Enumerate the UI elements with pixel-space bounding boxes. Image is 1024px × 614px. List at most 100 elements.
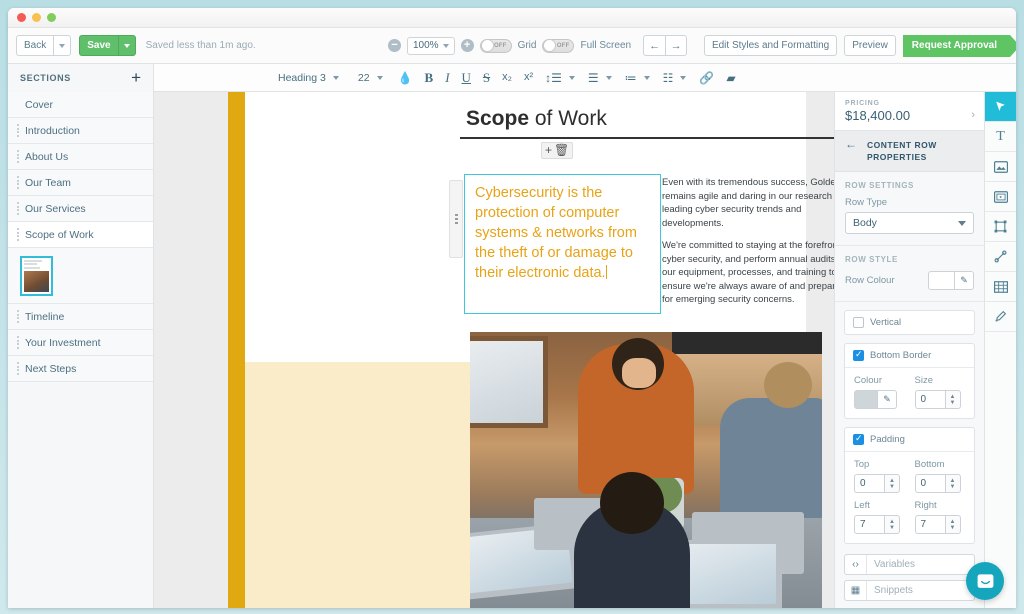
drag-handle-icon[interactable] bbox=[17, 202, 19, 215]
row-colour-picker[interactable]: ✎ bbox=[928, 271, 974, 290]
stepper-arrows[interactable]: ▲▼ bbox=[884, 515, 900, 534]
sidebar-item-cover[interactable]: Cover bbox=[8, 92, 153, 118]
drag-handle-icon[interactable] bbox=[17, 124, 19, 137]
preview-button[interactable]: Preview bbox=[844, 35, 896, 56]
chevron-down-icon[interactable] bbox=[680, 76, 686, 80]
request-approval-button[interactable]: Request Approval bbox=[903, 35, 1010, 57]
window-close-button[interactable] bbox=[17, 13, 26, 22]
heading-row-toolbar[interactable]: + 🗑 bbox=[541, 142, 573, 159]
bottom-border-checkbox-row[interactable]: Bottom Border bbox=[845, 344, 974, 368]
tool-line[interactable] bbox=[985, 242, 1016, 272]
back-button-group[interactable]: Back bbox=[16, 35, 71, 56]
padding-right-stepper[interactable]: ▲▼ bbox=[915, 515, 966, 534]
drag-handle-icon[interactable] bbox=[17, 228, 19, 241]
chevron-down-icon[interactable] bbox=[606, 76, 612, 80]
stepper-arrows[interactable]: ▲▼ bbox=[945, 515, 961, 534]
save-button[interactable]: Save bbox=[79, 35, 117, 56]
team-photo[interactable] bbox=[470, 332, 822, 608]
chevron-right-icon[interactable]: › bbox=[971, 109, 975, 121]
line-height-icon[interactable]: ↕☰ bbox=[540, 71, 567, 85]
padding-bottom-input[interactable] bbox=[915, 474, 945, 493]
highlighter-icon[interactable]: ▰ bbox=[721, 71, 740, 85]
drag-handle-icon[interactable] bbox=[17, 362, 19, 375]
edit-styles-button[interactable]: Edit Styles and Formatting bbox=[704, 35, 837, 56]
plus-icon[interactable]: + bbox=[131, 71, 141, 85]
tool-cursor-select[interactable] bbox=[985, 92, 1016, 122]
subscript-button[interactable]: x₂ bbox=[497, 71, 517, 84]
ordered-list-icon[interactable]: ≔ bbox=[620, 71, 642, 85]
tool-shape[interactable] bbox=[985, 212, 1016, 242]
document-canvas[interactable]: Scope of Work + 🗑 Cybersecurity is the p… bbox=[154, 92, 834, 608]
chevron-down-icon[interactable] bbox=[333, 76, 339, 80]
vertical-checkbox[interactable] bbox=[853, 317, 864, 328]
tool-video[interactable] bbox=[985, 182, 1016, 212]
zoom-level-select[interactable]: 100% bbox=[407, 37, 455, 55]
sidebar-item-timeline[interactable]: Timeline bbox=[8, 304, 153, 330]
save-dropdown-button[interactable] bbox=[118, 35, 136, 56]
stepper-arrows[interactable]: ▲▼ bbox=[945, 474, 961, 493]
chevron-down-icon[interactable] bbox=[569, 76, 575, 80]
window-minimize-button[interactable] bbox=[32, 13, 41, 22]
padding-left-stepper[interactable]: ▲▼ bbox=[854, 515, 905, 534]
window-maximize-button[interactable] bbox=[47, 13, 56, 22]
redo-arrow-icon[interactable]: → bbox=[665, 35, 687, 56]
zoom-out-icon[interactable]: − bbox=[388, 39, 401, 52]
sidebar-item-scope-of-work[interactable]: Scope of Work bbox=[8, 222, 153, 248]
tool-table[interactable] bbox=[985, 272, 1016, 302]
droplet-icon[interactable]: 💧 bbox=[393, 71, 418, 85]
padding-top-input[interactable] bbox=[854, 474, 884, 493]
row-type-select[interactable]: Body bbox=[845, 212, 974, 234]
sidebar-item-our-team[interactable]: Our Team bbox=[8, 170, 153, 196]
border-colour-picker[interactable]: ✎ bbox=[854, 390, 905, 409]
link-icon[interactable]: 🔗 bbox=[694, 71, 719, 85]
variables-button[interactable]: ‹› Variables bbox=[844, 554, 975, 575]
chevron-down-icon[interactable] bbox=[644, 76, 650, 80]
font-size-select[interactable]: 22 bbox=[353, 70, 375, 86]
padding-bottom-stepper[interactable]: ▲▼ bbox=[915, 474, 966, 493]
tool-text[interactable]: T bbox=[985, 122, 1016, 152]
bottom-border-checkbox[interactable] bbox=[853, 350, 864, 361]
section-page-thumbnail[interactable] bbox=[20, 256, 53, 296]
strikethrough-button[interactable]: S bbox=[478, 70, 495, 85]
support-chat-button[interactable] bbox=[966, 562, 1004, 600]
drag-handle-icon[interactable] bbox=[17, 336, 19, 349]
selected-text-block[interactable]: Cybersecurity is the protection of compu… bbox=[464, 174, 661, 314]
bullet-list-icon[interactable]: ☷ bbox=[658, 71, 679, 85]
sidebar-item-your-investment[interactable]: Your Investment bbox=[8, 330, 153, 356]
back-button[interactable]: Back bbox=[16, 35, 53, 56]
border-colour-swatch[interactable] bbox=[854, 390, 878, 409]
snippets-button[interactable]: ▦ Snippets bbox=[844, 580, 975, 601]
sidebar-item-our-services[interactable]: Our Services bbox=[8, 196, 153, 222]
zoom-in-icon[interactable]: + bbox=[461, 39, 474, 52]
undo-arrow-icon[interactable]: ← bbox=[643, 35, 665, 56]
underline-button[interactable]: U bbox=[457, 70, 476, 85]
drag-handle-icon[interactable] bbox=[17, 310, 19, 323]
right-text-block[interactable]: Even with its tremendous success, Golden… bbox=[662, 176, 834, 316]
stepper-arrows[interactable]: ▲▼ bbox=[884, 474, 900, 493]
trash-icon[interactable]: 🗑 bbox=[554, 145, 569, 156]
eyedropper-icon[interactable]: ✎ bbox=[878, 390, 897, 409]
drag-handle-icon[interactable] bbox=[17, 150, 19, 163]
padding-right-input[interactable] bbox=[915, 515, 945, 534]
eyedropper-icon[interactable]: ✎ bbox=[955, 271, 974, 290]
padding-checkbox-row[interactable]: Padding bbox=[845, 428, 974, 452]
save-button-group[interactable]: Save bbox=[79, 35, 135, 56]
fullscreen-toggle[interactable]: OFF bbox=[542, 39, 574, 53]
padding-checkbox[interactable] bbox=[853, 434, 864, 445]
paragraph-style-select[interactable]: Heading 3 bbox=[273, 70, 331, 86]
superscript-button[interactable]: x² bbox=[519, 71, 538, 84]
padding-top-stepper[interactable]: ▲▼ bbox=[854, 474, 905, 493]
tool-image[interactable] bbox=[985, 152, 1016, 182]
row-drag-handle[interactable] bbox=[449, 180, 463, 258]
sidebar-item-next-steps[interactable]: Next Steps bbox=[8, 356, 153, 382]
plus-icon[interactable]: + bbox=[545, 145, 552, 156]
back-dropdown-button[interactable] bbox=[53, 35, 71, 56]
border-size-input[interactable] bbox=[915, 390, 945, 409]
tool-signature[interactable] bbox=[985, 302, 1016, 332]
row-colour-swatch[interactable] bbox=[928, 271, 955, 290]
border-size-stepper[interactable]: ▲▼ bbox=[915, 390, 966, 409]
arrow-left-icon[interactable]: ← bbox=[845, 139, 857, 150]
sidebar-item-about-us[interactable]: About Us bbox=[8, 144, 153, 170]
chevron-down-icon[interactable] bbox=[377, 76, 383, 80]
vertical-checkbox-row[interactable]: Vertical bbox=[845, 311, 974, 334]
